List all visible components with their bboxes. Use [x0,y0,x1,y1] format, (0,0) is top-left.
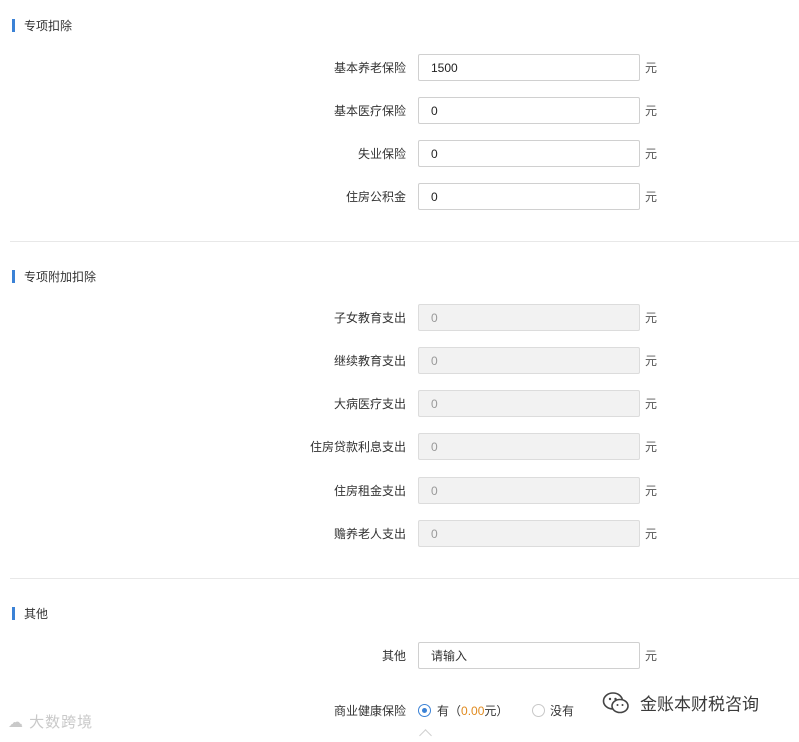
row-mortgage-interest: 住房贷款利息支出 元 [0,433,799,461]
row-continuing-education: 继续教育支出 元 [0,347,799,375]
radio-no[interactable] [532,704,545,717]
medical-input[interactable] [418,97,640,124]
unit-label: 元 [645,397,658,411]
section-title-other: 其他 [12,605,48,621]
section-title-additional-deduction: 专项附加扣除 [12,268,96,284]
section-divider [10,578,799,579]
unit-label: 元 [645,311,658,325]
serious-illness-label: 大病医疗支出 [333,397,406,411]
section-title-text: 其他 [24,606,49,621]
section-title-text: 专项扣除 [24,18,73,33]
unit-label: 元 [645,104,658,118]
radio-yes-label[interactable]: 有（0.00元） [437,697,508,725]
row-unemployment: 失业保险 元 [0,140,799,168]
unit-label: 元 [645,440,658,454]
option-yes-text: 有 [437,704,450,718]
housing-fund-input[interactable] [418,183,640,210]
mortgage-interest-input [418,433,640,460]
amount-value: 0.00 [461,704,485,718]
watermark-left: ☁ 大数跨境 [8,711,93,732]
section-marker [12,606,15,620]
unit-label: 元 [645,354,658,368]
other-input[interactable] [418,642,640,669]
child-education-label: 子女教育支出 [333,311,406,325]
housing-fund-label: 住房公积金 [345,190,406,204]
section-title-special-deduction: 专项扣除 [12,17,72,33]
housing-rent-label: 住房租金支出 [333,484,406,498]
wechat-icon [602,691,629,713]
continuing-education-label: 继续教育支出 [333,354,406,368]
child-education-input [418,304,640,331]
medical-label: 基本医疗保险 [333,104,406,118]
section-title-text: 专项附加扣除 [24,269,97,284]
unemployment-label: 失业保险 [357,147,406,161]
watermark-right-text: 金账本财税咨询 [640,695,759,714]
unit-label: 元 [645,190,658,204]
row-elderly-support: 赡养老人支出 元 [0,520,799,548]
pension-label: 基本养老保险 [333,61,406,75]
radio-no-label[interactable]: 没有 [550,697,574,725]
section-marker [12,269,15,283]
tooltip-caret-icon [419,729,432,742]
watermark-logo-icon: ☁ [8,714,24,731]
row-medical: 基本医疗保险 元 [0,97,799,125]
mortgage-interest-label: 住房贷款利息支出 [309,440,406,454]
watermark-left-text: 大数跨境 [29,714,94,731]
elderly-support-input [418,520,640,547]
amount-open: （ [449,704,462,718]
other-label: 其他 [381,649,406,663]
unit-label: 元 [645,484,658,498]
row-pension: 基本养老保险 元 [0,54,799,82]
section-divider [10,241,799,242]
unemployment-input[interactable] [418,140,640,167]
radio-yes[interactable] [418,704,431,717]
unit-label: 元 [645,649,658,663]
unit-label: 元 [645,527,658,541]
row-housing-fund: 住房公积金 元 [0,183,799,211]
watermark-right: 金账本财税咨询 [602,690,759,715]
serious-illness-input [418,390,640,417]
insurance-label: 商业健康保险 [333,704,406,718]
elderly-support-label: 赡养老人支出 [333,527,406,541]
amount-close: 元） [484,704,509,718]
row-serious-illness: 大病医疗支出 元 [0,390,799,418]
row-child-education: 子女教育支出 元 [0,304,799,332]
continuing-education-input [418,347,640,374]
section-marker [12,18,15,32]
row-housing-rent: 住房租金支出 元 [0,477,799,505]
row-other: 其他 元 [0,642,799,670]
unit-label: 元 [645,147,658,161]
housing-rent-input [418,477,640,504]
unit-label: 元 [645,61,658,75]
pension-input[interactable] [418,54,640,81]
